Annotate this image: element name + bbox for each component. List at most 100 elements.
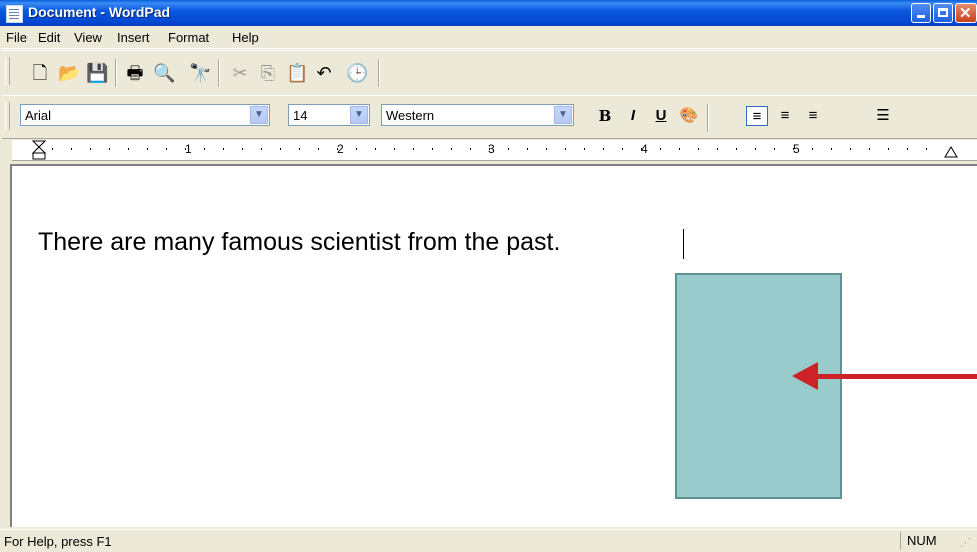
- ruler-tick: [109, 148, 110, 150]
- toolbar-separator: [115, 59, 117, 87]
- ruler-tick: [736, 148, 737, 150]
- text-caret: [683, 229, 684, 259]
- font-name-value: Arial: [25, 108, 52, 123]
- ruler-tick: [299, 148, 300, 150]
- cut-icon[interactable]: ✂: [230, 63, 250, 83]
- menu-bar: File Edit View Insert Format Help: [0, 26, 977, 49]
- new-document-icon[interactable]: 🗋: [30, 63, 50, 83]
- toolbar-separator: [218, 59, 220, 87]
- ruler-tick: [679, 148, 680, 150]
- ruler-tick: [812, 148, 813, 150]
- paste-icon[interactable]: 📋: [286, 63, 308, 83]
- ruler-tick: [128, 148, 129, 150]
- ruler-tick: [470, 148, 471, 150]
- ruler-tick: [337, 148, 338, 150]
- menu-help[interactable]: Help: [232, 30, 259, 45]
- bold-button[interactable]: B: [594, 106, 616, 126]
- document-text: There are many famous scientist from the…: [38, 228, 561, 256]
- font-size-value: 14: [293, 108, 308, 123]
- title-bar[interactable]: Document - WordPad ✕: [0, 0, 977, 26]
- color-palette-icon[interactable]: 🎨: [678, 106, 700, 126]
- ruler-tick: [432, 148, 433, 150]
- ruler-tick: [204, 148, 205, 150]
- right-indent-marker[interactable]: [944, 146, 958, 158]
- wordpad-window: Document - WordPad ✕ File Edit View Inse…: [0, 0, 977, 552]
- ruler-tick: [242, 148, 243, 150]
- chevron-down-icon[interactable]: ▼: [250, 106, 268, 124]
- wordpad-app-icon[interactable]: [6, 5, 23, 23]
- undo-icon[interactable]: ↶: [314, 63, 334, 83]
- ruler[interactable]: 1 2 3 4 5: [12, 140, 977, 161]
- ruler-tick: [603, 148, 604, 150]
- ruler-tick: [147, 148, 148, 150]
- ruler-tick: [223, 148, 224, 150]
- underline-button[interactable]: U: [650, 106, 672, 126]
- align-right-icon[interactable]: ≡: [802, 106, 824, 126]
- status-help-text: For Help, press F1: [4, 534, 112, 549]
- window-title: Document - WordPad: [28, 4, 171, 20]
- ruler-tick: [52, 148, 53, 150]
- ruler-tick: [451, 148, 452, 150]
- left-indent-marker[interactable]: [32, 140, 46, 160]
- script-combo[interactable]: Western ▼: [381, 104, 574, 126]
- ruler-number: 5: [793, 142, 800, 156]
- ruler-number: 2: [337, 142, 344, 156]
- menu-file[interactable]: File: [6, 30, 27, 45]
- font-name-combo[interactable]: Arial ▼: [20, 104, 270, 126]
- minimize-button[interactable]: [911, 3, 931, 23]
- num-lock-indicator: NUM: [900, 532, 950, 550]
- ruler-tick: [907, 148, 908, 150]
- ruler-tick: [527, 148, 528, 150]
- ruler-tick: [375, 148, 376, 150]
- status-bar: For Help, press F1 NUM ⋰: [0, 529, 977, 552]
- ruler-tick: [261, 148, 262, 150]
- menu-insert[interactable]: Insert: [117, 30, 150, 45]
- print-icon[interactable]: 🖶: [125, 63, 145, 83]
- ruler-number: 4: [641, 142, 648, 156]
- toolbar-grip[interactable]: [5, 57, 10, 85]
- toolbar-separator: [707, 104, 709, 132]
- italic-button[interactable]: I: [622, 106, 644, 126]
- ruler-tick: [489, 148, 490, 150]
- insert-datetime-icon[interactable]: 🕒: [346, 63, 368, 83]
- ruler-tick: [546, 148, 547, 150]
- ruler-tick: [888, 148, 889, 150]
- save-icon[interactable]: 💾: [86, 63, 108, 83]
- ruler-tick: [717, 148, 718, 150]
- ruler-tick: [508, 148, 509, 150]
- menu-format[interactable]: Format: [168, 30, 209, 45]
- ruler-tick: [185, 148, 186, 150]
- close-icon: ✕: [959, 5, 972, 22]
- chevron-down-icon[interactable]: ▼: [554, 106, 572, 124]
- menu-edit[interactable]: Edit: [38, 30, 60, 45]
- ruler-tick: [793, 148, 794, 150]
- close-button[interactable]: ✕: [955, 3, 977, 23]
- ruler-number: 1: [185, 142, 192, 156]
- ruler-tick: [394, 148, 395, 150]
- ruler-tick: [90, 148, 91, 150]
- copy-icon[interactable]: ⎘: [258, 63, 278, 83]
- chevron-down-icon[interactable]: ▼: [350, 106, 368, 124]
- ruler-tick: [565, 148, 566, 150]
- print-preview-icon[interactable]: 🔍: [153, 63, 175, 83]
- resize-grip-icon[interactable]: ⋰: [960, 536, 971, 549]
- font-size-combo[interactable]: 14 ▼: [288, 104, 370, 126]
- open-folder-icon[interactable]: 📂: [58, 63, 80, 83]
- maximize-button[interactable]: [933, 3, 953, 23]
- menu-view[interactable]: View: [74, 30, 102, 45]
- ruler-tick: [584, 148, 585, 150]
- ruler-tick: [318, 148, 319, 150]
- find-icon[interactable]: 🔭: [189, 63, 211, 83]
- red-arrow-head: [792, 362, 818, 390]
- bullets-icon[interactable]: ☰: [872, 106, 894, 126]
- toolbar-grip[interactable]: [5, 102, 10, 130]
- standard-toolbar: 🗋 📂 💾 🖶 🔍 🔭 ✂ ⎘ 📋 ↶ 🕒: [2, 50, 977, 96]
- ruler-tick: [641, 148, 642, 150]
- ruler-tick: [698, 148, 699, 150]
- align-center-icon[interactable]: ≡: [774, 106, 796, 126]
- ruler-tick: [71, 148, 72, 150]
- align-left-icon[interactable]: ≡: [746, 106, 768, 126]
- ruler-tick: [280, 148, 281, 150]
- format-toolbar: Arial ▼ 14 ▼ Western ▼ B I U 🎨 ≡ ≡ ≡ ☰: [2, 95, 977, 139]
- ruler-tick: [774, 148, 775, 150]
